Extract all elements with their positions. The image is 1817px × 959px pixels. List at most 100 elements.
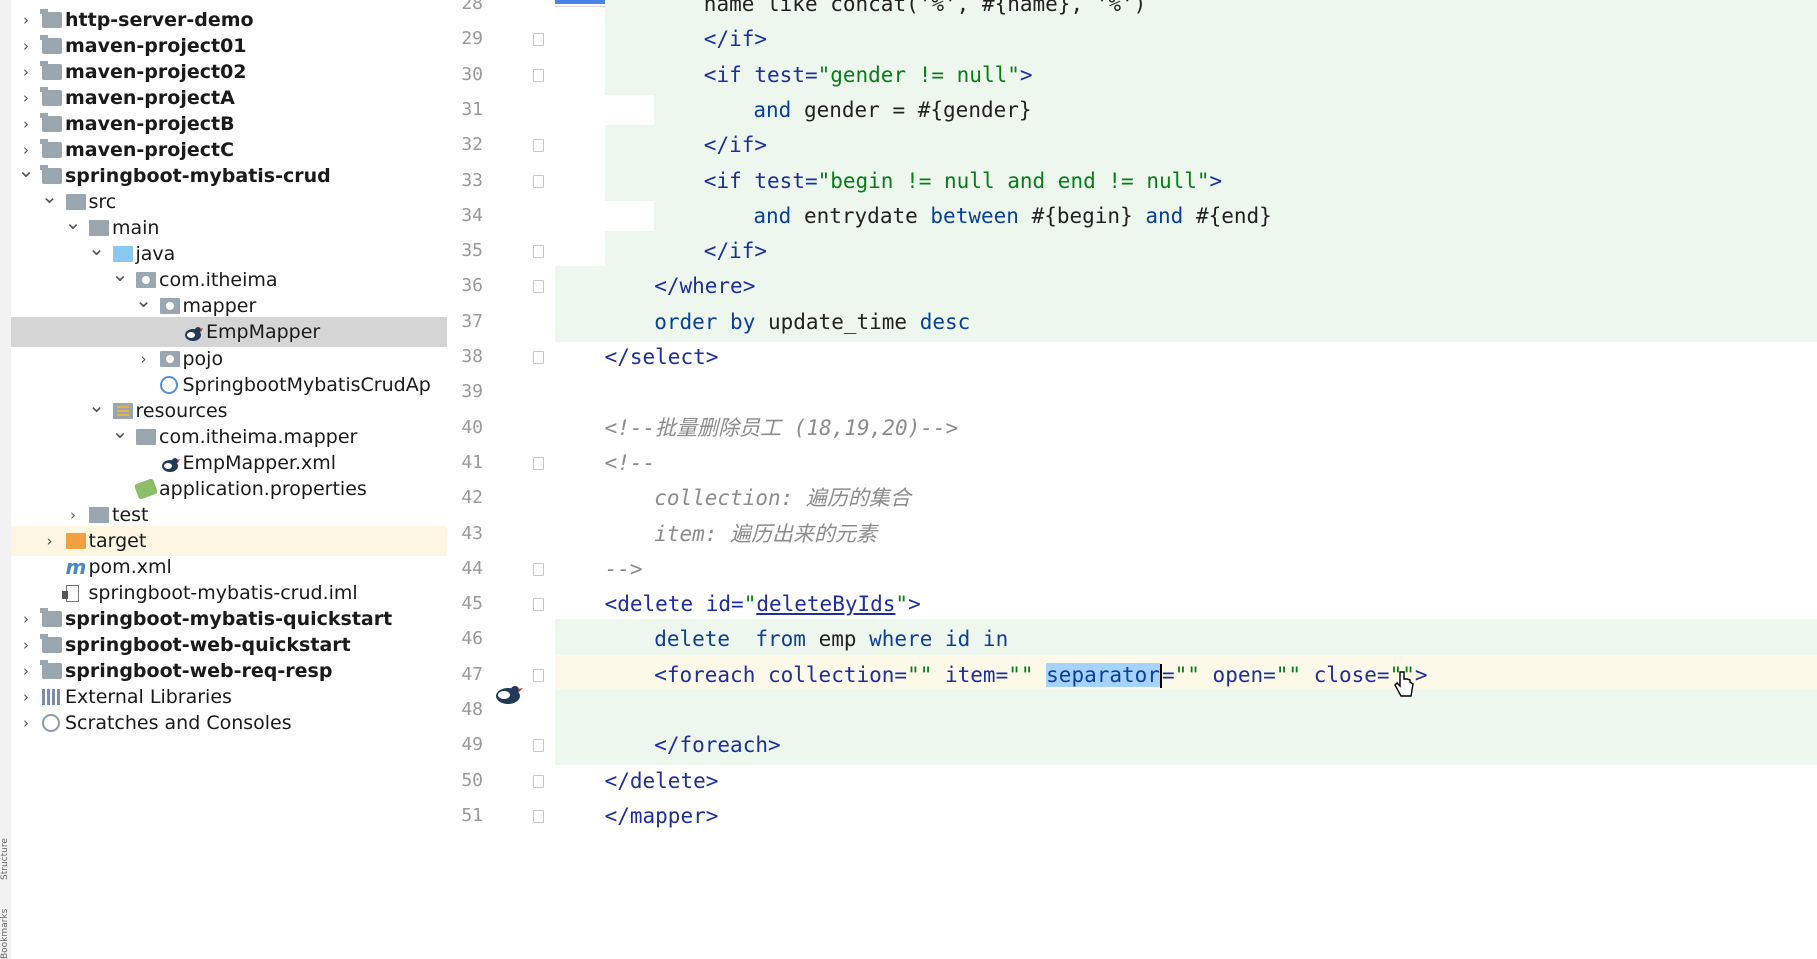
chevron-down-icon[interactable]: ⌄ [111, 416, 129, 446]
code-line[interactable]: 29 </if> [447, 19, 1817, 60]
code-text: </mapper> [605, 796, 719, 836]
mybatis-gutter-icon[interactable] [493, 680, 523, 708]
code-token: test= [754, 62, 818, 87]
fold-marker-icon[interactable] [533, 174, 544, 188]
code-line[interactable]: 35 </if> [447, 231, 1817, 272]
external-libraries-icon [42, 689, 62, 706]
module-folder-icon [40, 87, 62, 107]
code-token: </if> [703, 133, 768, 158]
code-token: </mapper> [604, 803, 719, 828]
mybatis-bird-icon [160, 453, 180, 473]
code-line[interactable]: 43 item: 遍历出来的元素 [447, 514, 1817, 554]
code-text: <if test="begin != null and end != null"… [704, 161, 1222, 201]
code-line[interactable]: 41 <!-- [447, 443, 1817, 483]
module-folder-icon [40, 35, 62, 55]
code-token: item= [945, 662, 1009, 687]
fold-marker-icon[interactable] [533, 809, 544, 823]
code-token: separator [1046, 662, 1160, 687]
fold-marker-icon[interactable] [533, 774, 544, 788]
code-token: and [753, 97, 804, 122]
folder-icon [89, 506, 109, 523]
tree-node[interactable]: › Scratches and Consoles [11, 708, 447, 738]
code-text: --> [605, 549, 643, 589]
code-token: entrydate [803, 203, 931, 228]
chevron-down-icon[interactable]: ⌄ [135, 285, 153, 315]
code-token[interactable]: deleteByIds [756, 592, 895, 616]
line-number: 39 [461, 381, 483, 403]
code-line[interactable]: 33 <if test="begin != null and end != nul… [447, 160, 1817, 201]
code-token: between [930, 203, 1032, 228]
fold-marker-icon[interactable] [533, 245, 544, 259]
code-editor[interactable]: 28 name like concat('%', #{name}, '%') 29 <… [447, 0, 1817, 959]
code-line[interactable]: 42 collection: 遍历的集合 [447, 478, 1817, 518]
line-number: 33 [461, 169, 483, 191]
line-number: 50 [461, 769, 483, 791]
line-number: 34 [461, 204, 483, 226]
code-line[interactable]: 30 <if test="gender != null"> [447, 54, 1817, 95]
code-token: <!-- [604, 450, 656, 475]
module-folder-icon [40, 9, 62, 28]
code-text: <if test="gender != null"> [704, 55, 1033, 95]
chevron-down-icon[interactable]: ⌄ [41, 181, 59, 211]
code-line[interactable]: 46 delete from emp where id in [447, 619, 1817, 660]
fold-marker-icon[interactable] [533, 68, 544, 82]
fold-marker-icon[interactable] [533, 351, 544, 364]
code-line[interactable]: 48 [447, 690, 1817, 730]
code-line[interactable]: 36 </where> [447, 266, 1817, 307]
module-folder-icon [40, 633, 62, 653]
code-token: "" [1174, 662, 1213, 687]
chevron-down-icon[interactable]: ⌄ [17, 155, 35, 185]
code-line[interactable]: 39 [447, 372, 1817, 412]
code-token: " [743, 592, 757, 617]
code-line[interactable]: 38 </select> [447, 337, 1817, 377]
code-text: and entrydate between #{begin} and #{end… [753, 196, 1271, 236]
stripe-tab-bookmarks[interactable]: Bookmarks [0, 900, 11, 959]
line-number: 47 [461, 663, 483, 685]
fold-marker-icon[interactable] [533, 739, 544, 753]
maven-m-icon: m [65, 554, 87, 579]
code-text: </foreach> [654, 725, 780, 765]
code-token: </select> [604, 345, 719, 369]
fold-marker-icon[interactable] [533, 456, 544, 470]
code-line[interactable]: 51 </mapper> [447, 796, 1817, 836]
code-line[interactable]: 50 </delete> [447, 761, 1817, 801]
code-token: > [1209, 168, 1223, 193]
code-line[interactable]: 31 and gender = #{gender} [447, 89, 1817, 130]
line-number: 42 [461, 487, 483, 509]
code-token: gender = #{gender} [803, 97, 1032, 122]
chevron-right-icon[interactable]: › [17, 708, 35, 738]
fold-marker-icon[interactable] [533, 668, 544, 682]
project-tree-panel: › http-server-demo › maven-project01 › maven-… [11, 0, 447, 959]
code-token: = [1161, 662, 1175, 687]
fold-marker-icon[interactable] [533, 280, 544, 294]
fold-marker-icon[interactable] [533, 598, 544, 612]
code-token: "" [1275, 662, 1314, 687]
stripe-tab-structure[interactable]: Structure [0, 800, 11, 880]
code-line[interactable]: 37 order by update_time desc [447, 301, 1817, 342]
folder-icon [136, 428, 156, 445]
code-line[interactable]: 32 </if> [447, 125, 1817, 166]
iml-file-icon [61, 584, 79, 602]
code-line[interactable]: 45 <delete id="deleteByIds"> [447, 584, 1817, 624]
code-text: </if> [704, 125, 767, 165]
code-line[interactable]: 34 and entrydate between #{begin} and #{e… [447, 195, 1817, 236]
stripe-tab-top[interactable] [0, 0, 11, 60]
code-line[interactable]: 49 </foreach> [447, 725, 1817, 766]
chevron-down-icon[interactable]: ⌄ [64, 207, 82, 237]
scope-highlight [604, 125, 1817, 166]
fold-marker-icon[interactable] [533, 33, 544, 47]
fold-marker-icon[interactable] [533, 562, 544, 576]
code-token: #{begin} [1031, 203, 1146, 228]
chevron-down-icon[interactable]: ⌄ [88, 233, 106, 263]
code-line[interactable]: 40 <!--批量删除员工 (18,19,20)--> [447, 408, 1817, 448]
code-text: collection: 遍历的集合 [654, 478, 911, 518]
line-number: 36 [461, 275, 483, 297]
code-token: </delete> [604, 768, 719, 793]
code-line[interactable]: 44 --> [447, 549, 1817, 589]
code-token: and [753, 203, 804, 228]
chevron-down-icon[interactable]: ⌄ [88, 390, 106, 420]
chevron-down-icon[interactable]: ⌄ [111, 259, 129, 289]
fold-marker-icon[interactable] [533, 139, 544, 153]
line-number: 41 [461, 451, 483, 473]
code-line[interactable]: 47 <foreach collection="" item="" separat… [447, 654, 1817, 695]
